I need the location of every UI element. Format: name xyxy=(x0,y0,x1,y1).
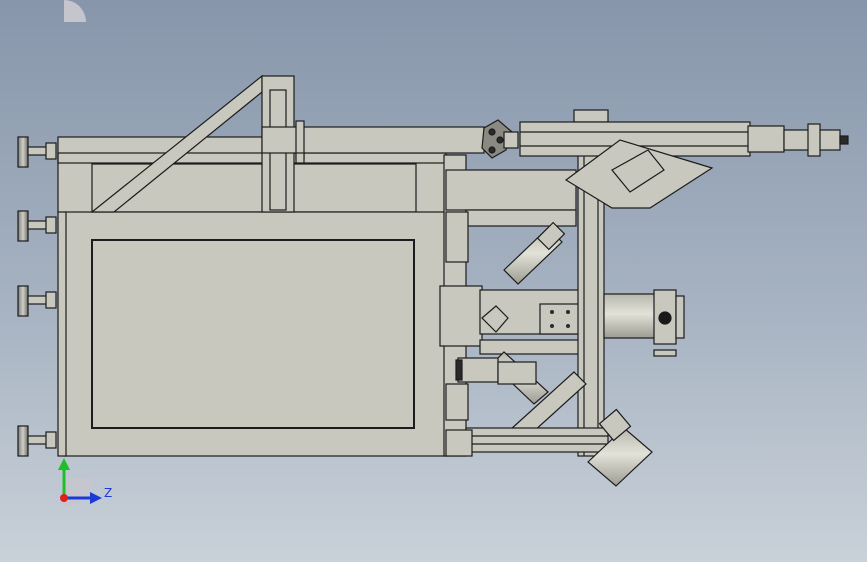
leveling-foot-1 xyxy=(17,136,57,168)
leveling-foot-3 xyxy=(17,285,57,317)
bottom-rail xyxy=(465,427,609,453)
sensor-block xyxy=(457,357,499,383)
rail-end-block xyxy=(747,125,785,153)
main-pneumatic-cylinder xyxy=(603,289,685,357)
slide-rail xyxy=(479,339,581,355)
mid-frame-block xyxy=(445,169,577,211)
leveling-foot-2 xyxy=(17,210,57,242)
top-arm-clamp-2 xyxy=(295,152,305,164)
side-bracket-2 xyxy=(445,383,469,421)
top-arm-beam xyxy=(261,126,485,154)
mid-frame-strut xyxy=(465,209,577,227)
cabinet-window-panel xyxy=(91,239,415,429)
sensor-block-2 xyxy=(497,361,537,385)
x-axis-arrow-icon xyxy=(60,494,68,502)
cad-viewport[interactable]: Z xyxy=(0,0,867,562)
z-axis-label: Z xyxy=(104,486,112,500)
machine-assembly xyxy=(17,74,849,487)
angled-cylinder-left xyxy=(503,221,566,285)
leveling-foot-4 xyxy=(17,425,57,457)
slide-housing xyxy=(439,285,483,347)
arm-gripper xyxy=(481,119,519,159)
motor-flange xyxy=(807,123,821,157)
view-quadrant-icon xyxy=(64,0,86,22)
bottom-mount-plate xyxy=(445,429,473,457)
extrusion-cap xyxy=(573,109,609,123)
sensor-coil xyxy=(455,359,463,381)
motor-terminal xyxy=(839,135,849,145)
side-bracket-1 xyxy=(445,211,469,263)
cabinet-side-post xyxy=(57,211,67,457)
